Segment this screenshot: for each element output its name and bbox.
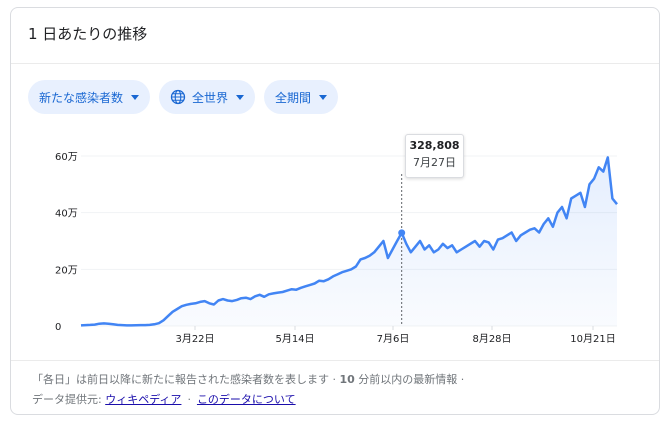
footer-note-prefix: 「各日」は前日以降に新たに報告された感染者数を表します · [32, 373, 340, 386]
footer-note-suffix: 分前以内の最新情報 · [354, 373, 465, 386]
y-tick-label: 60万 [55, 152, 78, 163]
data-tooltip: 328,808 7月27日 [405, 134, 464, 178]
y-axis-ticks: 0 20万 40万 60万 [55, 152, 78, 333]
series-area [81, 157, 617, 326]
y-tick-label: 0 [55, 322, 61, 333]
tooltip-date: 7月27日 [413, 156, 456, 169]
tooltip-value: 328,808 [409, 139, 460, 152]
y-tick-label: 20万 [55, 265, 78, 276]
x-tick-label: 5月14日 [275, 333, 314, 345]
hover-point [398, 229, 406, 237]
footer-source: データ提供元: ウィキペディア · このデータについて [32, 391, 296, 407]
y-tick-label: 40万 [55, 209, 78, 220]
x-tick-label: 3月22日 [175, 333, 214, 345]
x-tick-label: 10月21日 [570, 333, 615, 345]
x-axis-ticks: 3月22日 5月14日 7月6日 8月28日 10月21日 [175, 326, 616, 345]
wikipedia-link[interactable]: ウィキペディア [105, 393, 181, 406]
footer-note-minutes: 10 [339, 373, 355, 386]
about-data-link[interactable]: このデータについて [197, 393, 296, 406]
x-tick-label: 7月6日 [377, 333, 410, 345]
cases-chart[interactable]: 0 20万 40万 60万 3月22日 5月14日 7月6日 8月28日 10月21日 [11, 8, 660, 358]
separator-dot: · [187, 393, 191, 406]
cases-card: 1 日あたりの推移 新たな感染者数 全世界 全期間 0 20万 40万 60万 … [10, 7, 660, 415]
footer-divider [11, 360, 659, 361]
x-tick-label: 8月28日 [472, 333, 511, 345]
footer-note: 「各日」は前日以降に新たに報告された感染者数を表します · 10 分前以内の最新… [32, 371, 464, 387]
source-label: データ提供元: [32, 393, 106, 406]
